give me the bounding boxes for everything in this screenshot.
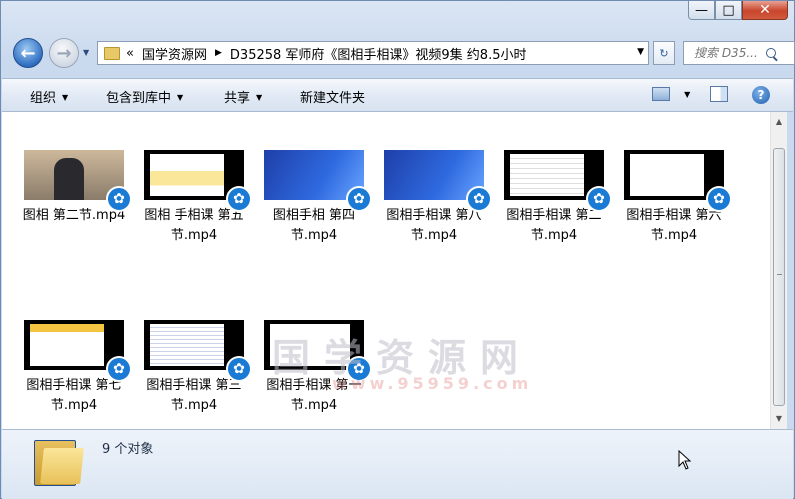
file-item[interactable]: ✿ 图相 手相课 第五节.mp4 bbox=[135, 150, 253, 246]
file-item[interactable]: ✿ 图相手相课 第六节.mp4 bbox=[615, 150, 733, 246]
help-icon: ? bbox=[752, 86, 770, 104]
command-bar: 组织 ▼ 包含到库中 ▼ 共享 ▼ 新建文件夹 ▼ ? bbox=[2, 78, 793, 112]
file-item[interactable]: ✿ 图相手相课 第七节.mp4 bbox=[15, 320, 133, 416]
video-thumbnail: ✿ bbox=[144, 150, 252, 212]
share-dropdown-icon: ▼ bbox=[256, 93, 263, 102]
new-folder-label: 新建文件夹 bbox=[300, 91, 366, 106]
address-bar[interactable]: « 国学资源网 ▶ D35258 军师府《图相手相课》视频9集 约8.5小时 ▼ bbox=[97, 41, 649, 65]
share-menu[interactable]: 共享 ▼ bbox=[224, 87, 262, 106]
slide-screen bbox=[150, 154, 224, 196]
slide-screen bbox=[630, 154, 704, 196]
file-item[interactable]: ✿ 图相手相课 第二节.mp4 bbox=[495, 150, 613, 246]
large-folder-icon bbox=[34, 436, 84, 486]
file-name: 图相手相课 第七节.mp4 bbox=[26, 378, 122, 413]
video-thumbnail: ✿ bbox=[144, 320, 252, 382]
video-thumbnail: ✿ bbox=[384, 150, 492, 212]
address-row: ← → ▼ « 国学资源网 ▶ D35258 军师府《图相手相课》视频9集 约8… bbox=[11, 37, 795, 69]
include-label: 包含到库中 bbox=[106, 91, 172, 106]
view-dropdown-icon: ▼ bbox=[684, 90, 691, 99]
file-item[interactable]: ✿ 图相手相 第四节.mp4 bbox=[255, 150, 373, 246]
vertical-scrollbar[interactable]: ▲ ▼ bbox=[770, 112, 787, 429]
recent-pages-dropdown-icon[interactable]: ▼ bbox=[83, 48, 89, 57]
grip-icon bbox=[777, 274, 782, 276]
back-arrow-icon: ← bbox=[20, 42, 36, 64]
explorer-window: — □ ✕ ← → ▼ « 国学资源网 ▶ D35258 军师府《图相手相课》视… bbox=[0, 0, 795, 499]
breadcrumb-separator-icon[interactable]: ▶ bbox=[215, 48, 222, 58]
search-icon bbox=[766, 48, 776, 58]
forward-arrow-icon: → bbox=[56, 42, 72, 64]
organize-menu[interactable]: 组织 ▼ bbox=[30, 87, 68, 106]
scroll-up-icon[interactable]: ▲ bbox=[771, 114, 787, 130]
file-item[interactable]: ✿ 图相手相课 第八节.mp4 bbox=[375, 150, 493, 246]
help-button[interactable]: ? bbox=[752, 86, 770, 104]
file-name: 图相手相课 第三节.mp4 bbox=[146, 378, 242, 413]
close-button[interactable]: ✕ bbox=[742, 1, 788, 20]
minimize-button[interactable]: — bbox=[688, 1, 715, 20]
address-dropdown-icon[interactable]: ▼ bbox=[637, 47, 644, 57]
video-player-icon: ✿ bbox=[586, 186, 612, 212]
video-player-icon: ✿ bbox=[466, 186, 492, 212]
organize-dropdown-icon: ▼ bbox=[62, 93, 69, 102]
video-player-icon: ✿ bbox=[106, 356, 132, 382]
minimize-icon: — bbox=[695, 2, 708, 18]
folder-icon bbox=[104, 46, 120, 60]
scroll-down-icon[interactable]: ▼ bbox=[771, 411, 787, 427]
video-player-icon: ✿ bbox=[706, 186, 732, 212]
video-player-icon: ✿ bbox=[226, 356, 252, 382]
search-input[interactable] bbox=[694, 46, 760, 60]
file-list-pane[interactable]: ✿ 图相 第二节.mp4 ✿ 图相 手相课 第五节.mp4 ✿ 图相手相 第四节… bbox=[2, 112, 770, 429]
file-name: 图相手相课 第六节.mp4 bbox=[626, 208, 722, 243]
slide-screen bbox=[510, 154, 584, 196]
video-player-icon: ✿ bbox=[346, 186, 372, 212]
refresh-button[interactable]: ↻ bbox=[653, 41, 675, 65]
slide-screen bbox=[150, 324, 224, 366]
video-thumbnail: ✿ bbox=[624, 150, 732, 212]
organize-label: 组织 bbox=[30, 91, 57, 106]
include-in-library-menu[interactable]: 包含到库中 ▼ bbox=[106, 87, 183, 106]
view-options-button[interactable]: ▼ bbox=[652, 86, 690, 101]
watermark-url: www.95959.com bbox=[332, 374, 533, 393]
video-player-icon: ✿ bbox=[106, 186, 132, 212]
details-pane: 9 个对象 bbox=[2, 429, 793, 499]
breadcrumb-overflow[interactable]: « bbox=[126, 46, 134, 61]
file-name: 图相手相课 第二节.mp4 bbox=[506, 208, 602, 243]
maximize-icon: □ bbox=[722, 2, 735, 18]
file-name: 图相 手相课 第五节.mp4 bbox=[144, 208, 244, 243]
breadcrumb-root[interactable]: 国学资源网 bbox=[142, 44, 207, 63]
video-thumbnail: ✿ bbox=[504, 150, 612, 212]
forward-button[interactable]: → bbox=[49, 38, 79, 68]
item-count: 9 个对象 bbox=[102, 442, 154, 457]
file-item[interactable]: ✿ 图相 第二节.mp4 bbox=[15, 150, 133, 226]
file-name: 图相 第二节.mp4 bbox=[22, 208, 126, 223]
maximize-button[interactable]: □ bbox=[715, 1, 742, 20]
file-item[interactable]: ✿ 图相手相课 第三节.mp4 bbox=[135, 320, 253, 416]
video-thumbnail: ✿ bbox=[24, 150, 132, 212]
scrollbar-thumb[interactable] bbox=[773, 148, 785, 406]
include-dropdown-icon: ▼ bbox=[177, 93, 184, 102]
video-thumbnail: ✿ bbox=[264, 150, 372, 212]
file-name: 图相手相 第四节.mp4 bbox=[272, 208, 356, 243]
slide-screen bbox=[30, 324, 104, 366]
new-folder-button[interactable]: 新建文件夹 bbox=[300, 87, 365, 106]
file-name: 图相手相课 第八节.mp4 bbox=[386, 208, 482, 243]
mouse-cursor-icon bbox=[678, 449, 692, 474]
close-icon: ✕ bbox=[759, 2, 771, 18]
search-box[interactable] bbox=[683, 41, 795, 65]
presenter-figure bbox=[54, 158, 84, 200]
view-icon bbox=[652, 86, 670, 101]
preview-pane-button[interactable] bbox=[710, 86, 728, 102]
caption-buttons: — □ ✕ bbox=[688, 1, 788, 20]
back-button[interactable]: ← bbox=[13, 38, 43, 68]
video-thumbnail: ✿ bbox=[24, 320, 132, 382]
video-player-icon: ✿ bbox=[226, 186, 252, 212]
breadcrumb-current[interactable]: D35258 军师府《图相手相课》视频9集 约8.5小时 bbox=[230, 44, 527, 63]
share-label: 共享 bbox=[224, 91, 251, 106]
preview-pane-icon bbox=[710, 86, 728, 102]
